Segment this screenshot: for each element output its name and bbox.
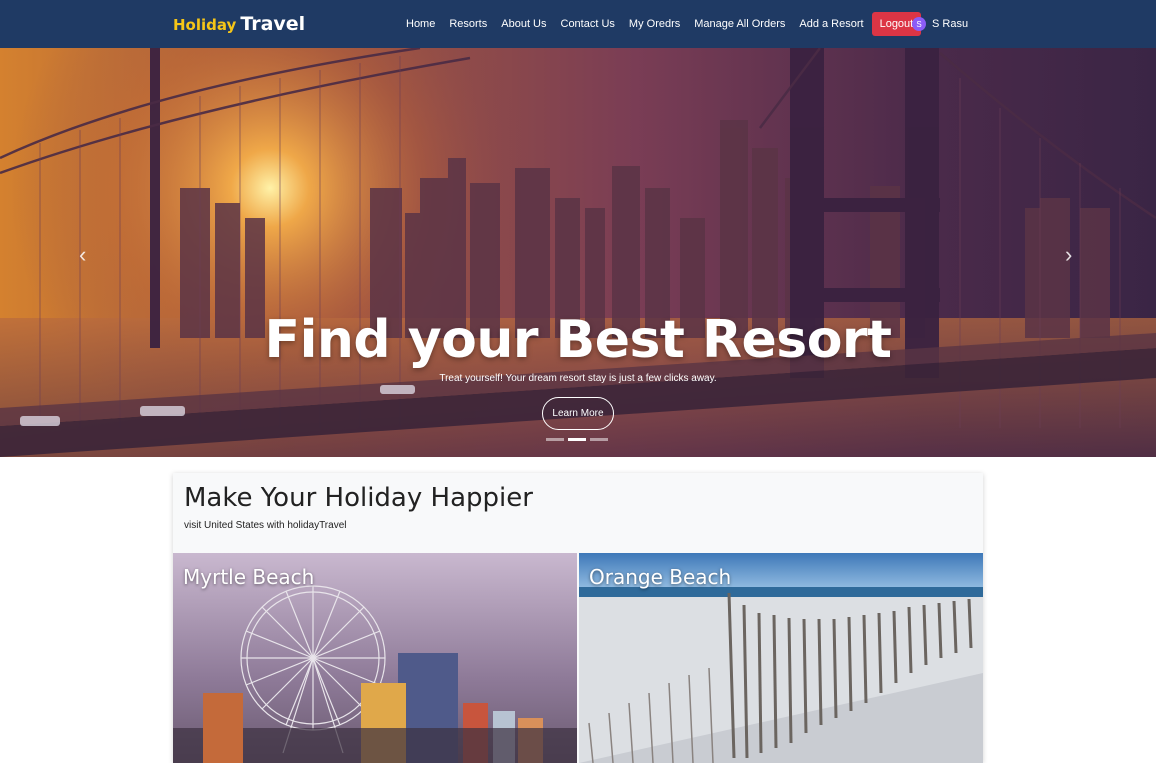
user-name: S Rasu <box>932 18 969 30</box>
hero-title: Find your Best Resort <box>264 310 892 370</box>
destination-tile-orange-beach[interactable]: Orange Beach <box>579 553 983 763</box>
section-subtitle: visit United States with holidayTravel <box>184 520 347 531</box>
chevron-left-icon[interactable]: ‹ <box>79 242 86 268</box>
nav-link-home[interactable]: Home <box>406 18 435 30</box>
brand-part-1: Holiday <box>173 16 237 34</box>
nav-link-contact-us[interactable]: Contact Us <box>561 18 615 30</box>
navbar: Holiday Travel Home Resorts About Us Cont… <box>0 0 1156 48</box>
nav-link-add-a-resort[interactable]: Add a Resort <box>799 18 863 30</box>
destinations-card: Make Your Holiday Happier visit United S… <box>173 473 983 763</box>
nav-link-resorts[interactable]: Resorts <box>449 18 487 30</box>
section-title: Make Your Holiday Happier <box>184 483 533 513</box>
carousel-indicator-2[interactable] <box>568 438 586 441</box>
nav-link-about-us[interactable]: About Us <box>501 18 546 30</box>
carousel-indicator-1[interactable] <box>546 438 564 441</box>
hero-image <box>0 48 1156 457</box>
brand-logo[interactable]: Holiday Travel <box>173 13 305 35</box>
hero-carousel: ‹ › Find your Best Resort Treat yourself… <box>0 48 1156 457</box>
destination-label: Orange Beach <box>589 565 732 589</box>
learn-more-button[interactable]: Learn More <box>542 397 614 430</box>
user-profile[interactable]: S S Rasu <box>912 17 968 31</box>
avatar: S <box>912 17 926 31</box>
nav-links: Home Resorts About Us Contact Us My Ored… <box>399 0 922 48</box>
chevron-right-icon[interactable]: › <box>1065 242 1072 268</box>
carousel-indicator-3[interactable] <box>590 438 608 441</box>
carousel-indicators <box>546 438 608 441</box>
nav-link-manage-all-orders[interactable]: Manage All Orders <box>694 18 785 30</box>
hero-subtitle: Treat yourself! Your dream resort stay i… <box>439 373 717 384</box>
destination-tile-myrtle-beach[interactable]: Myrtle Beach <box>173 553 577 763</box>
nav-link-my-orders[interactable]: My Oredrs <box>629 18 680 30</box>
destination-label: Myrtle Beach <box>183 565 315 589</box>
brand-part-2: Travel <box>240 13 306 35</box>
